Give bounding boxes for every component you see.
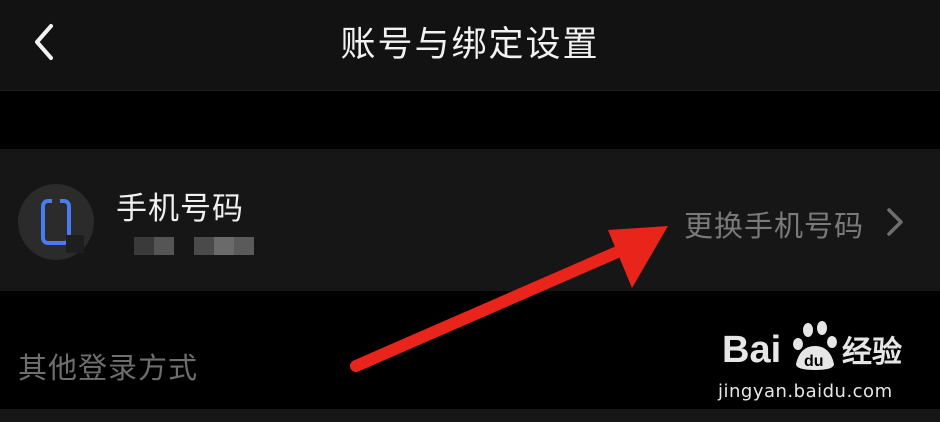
svg-text:Bai: Bai [722,329,781,371]
watermark-url: jingyan.baidu.com [718,381,893,402]
next-row-edge [0,409,940,422]
masked-phone-number-2 [194,237,254,255]
change-phone-link[interactable]: 更换手机号码 [684,203,864,245]
phone-binding-row[interactable]: 手机号码 更换手机号码 [0,149,940,291]
chevron-right-icon [887,208,903,236]
avatar-tail [66,235,84,253]
nav-bar: 账号与绑定设置 [0,0,940,91]
section-gap [0,91,940,149]
masked-phone-number [134,237,174,255]
other-login-section-title: 其他登录方式 [18,351,199,385]
svg-text:经验: 经验 [842,335,902,370]
page-title: 账号与绑定设置 [340,25,600,65]
svg-text:du: du [804,353,824,370]
phone-number-label: 手机号码 [116,191,244,227]
